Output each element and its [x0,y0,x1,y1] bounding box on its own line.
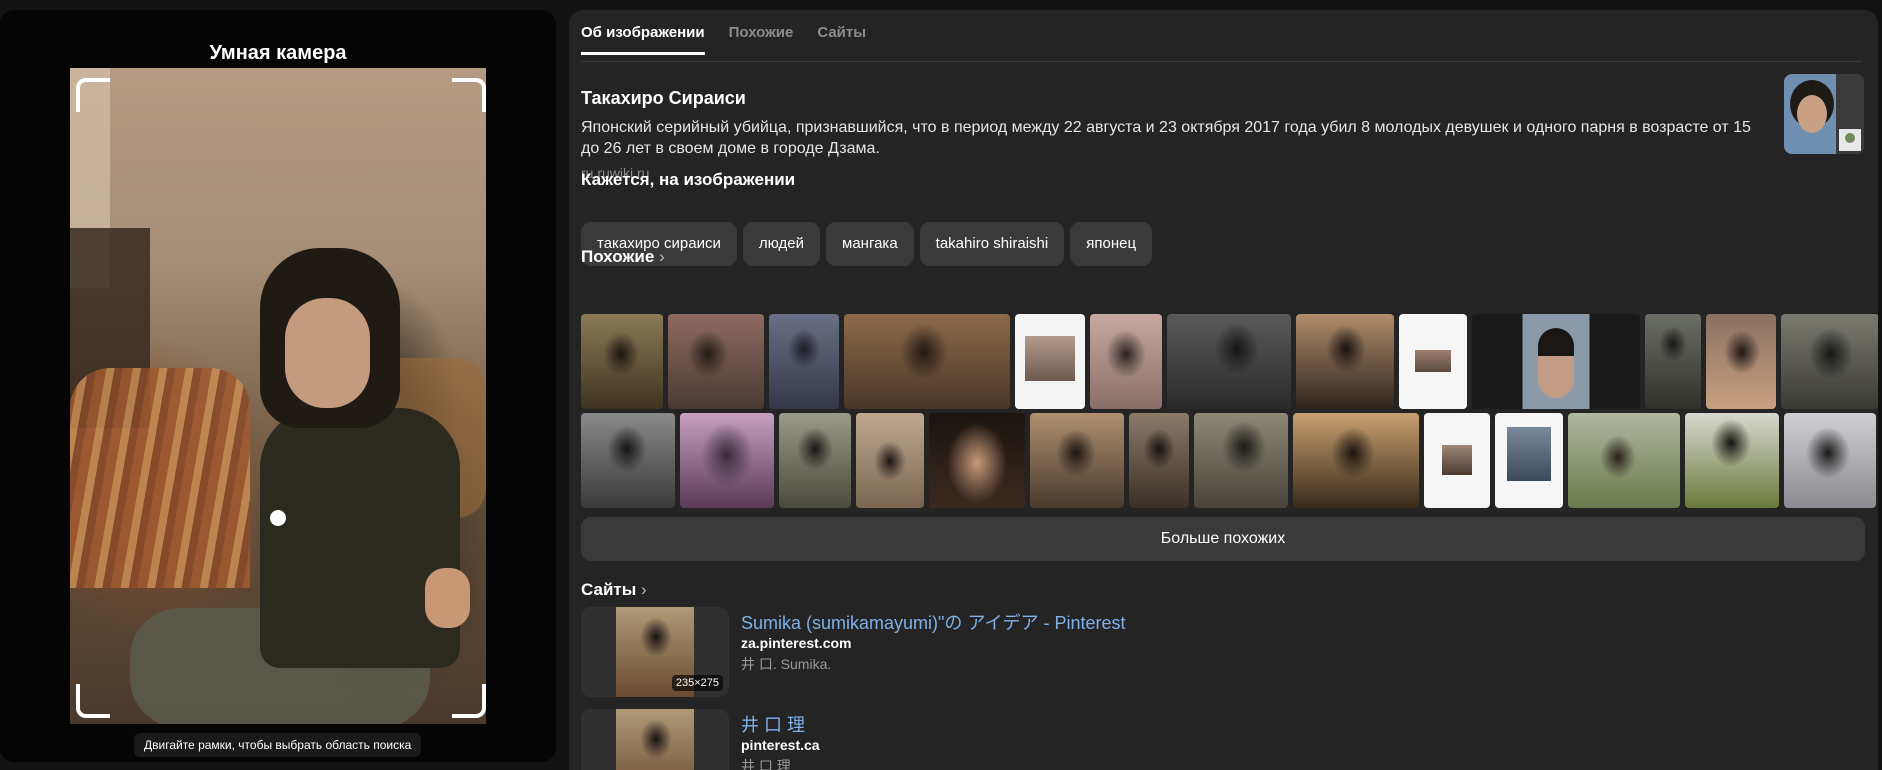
entity-chips: такахиро сираиси людей мангака takahiro … [581,222,1158,266]
entity-title[interactable]: Такахиро Сираиси [581,88,746,109]
chip-takahiro-shiraishi-en[interactable]: takahiro shiraishi [919,222,1065,266]
similar-image[interactable] [1781,314,1878,409]
crop-handle-bottom-right[interactable] [452,684,486,718]
similar-image[interactable] [1167,314,1291,409]
smart-camera-panel: Умная камера Двигайте рамки, чтобы выбра… [0,10,556,762]
similar-image[interactable] [1706,314,1776,409]
tab-similar[interactable]: Похожие [729,24,794,55]
entity-description: Японский серийный убийца, признавшийся, … [581,119,1751,157]
sites-section-title: Сайты [581,580,637,599]
site-snippet: 井 口. Sumika. [741,656,832,672]
site-thumbnail[interactable] [581,709,729,770]
chip-people[interactable]: людей [742,222,820,266]
similar-image[interactable] [779,413,851,508]
similar-image[interactable] [1296,314,1394,409]
chevron-right-icon: › [640,580,647,599]
image-size-badge: 235×275 [671,675,723,691]
similar-image[interactable] [929,413,1025,508]
similar-image[interactable] [1129,413,1189,508]
chip-japanese[interactable]: японец [1070,222,1153,266]
site-domain: za.pinterest.com [741,635,852,651]
crop-hint: Двигайте рамки, чтобы выбрать область по… [134,733,422,757]
similar-image[interactable] [1568,413,1680,508]
tab-sites[interactable]: Сайты [817,24,866,55]
similar-image[interactable] [856,413,924,508]
crop-handle-top-right[interactable] [452,78,486,112]
similar-image[interactable] [1685,413,1779,508]
query-photo [70,68,486,724]
tab-bar: Об изображении Похожие Сайты [581,24,890,55]
crop-handle-bottom-left[interactable] [76,684,110,718]
crop-handle-top-left[interactable] [76,78,110,112]
similar-image[interactable] [1030,413,1124,508]
similar-image[interactable] [1495,413,1563,508]
similar-image[interactable] [668,314,764,409]
similar-grid-row-1 [581,314,1878,409]
tabs-divider [581,61,1862,62]
site-title-link[interactable]: Sumika (sumikamayumi)"の アイデア - Pinterest [741,609,1126,635]
similar-image[interactable] [581,413,675,508]
similar-section-title: Похожие [581,247,655,266]
similar-image[interactable] [1090,314,1162,409]
similar-image[interactable] [1399,314,1467,409]
sites-section-link[interactable]: Сайты › [581,580,647,600]
similar-image[interactable] [844,314,1010,409]
site-result: 井 口 理 pinterest.ca 井 口 理 [581,709,1861,770]
focus-point[interactable] [270,510,286,526]
similar-image[interactable] [769,314,839,409]
similar-image[interactable] [1194,413,1288,508]
similar-image[interactable] [1424,413,1490,508]
site-result: 235×275 Sumika (sumikamayumi)"の アイデア - P… [581,607,1861,697]
similar-grid-row-2 [581,413,1876,508]
seems-section-title: Кажется, на изображении [581,170,796,189]
similar-image[interactable] [1293,413,1419,508]
site-snippet: 井 口 理 [741,758,791,770]
site-domain: pinterest.ca [741,737,820,753]
similar-image[interactable] [581,314,663,409]
similar-image[interactable] [1015,314,1085,409]
similar-section-link[interactable]: Похожие › [581,247,665,267]
site-title-link[interactable]: 井 口 理 [741,711,805,737]
similar-image[interactable] [1784,413,1876,508]
chevron-right-icon: › [659,247,665,266]
tab-about-image[interactable]: Об изображении [581,24,705,55]
similar-image[interactable] [1472,314,1640,409]
similar-image[interactable] [1645,314,1701,409]
similar-image[interactable] [680,413,774,508]
more-similar-button[interactable]: Больше похожих [581,517,1865,561]
chip-mangaka[interactable]: мангака [826,222,914,266]
site-thumbnail[interactable]: 235×275 [581,607,729,697]
results-panel: Об изображении Похожие Сайты Такахиро Си… [569,10,1878,770]
entity-thumbnail[interactable] [1784,74,1864,154]
smart-camera-title: Умная камера [209,42,347,64]
